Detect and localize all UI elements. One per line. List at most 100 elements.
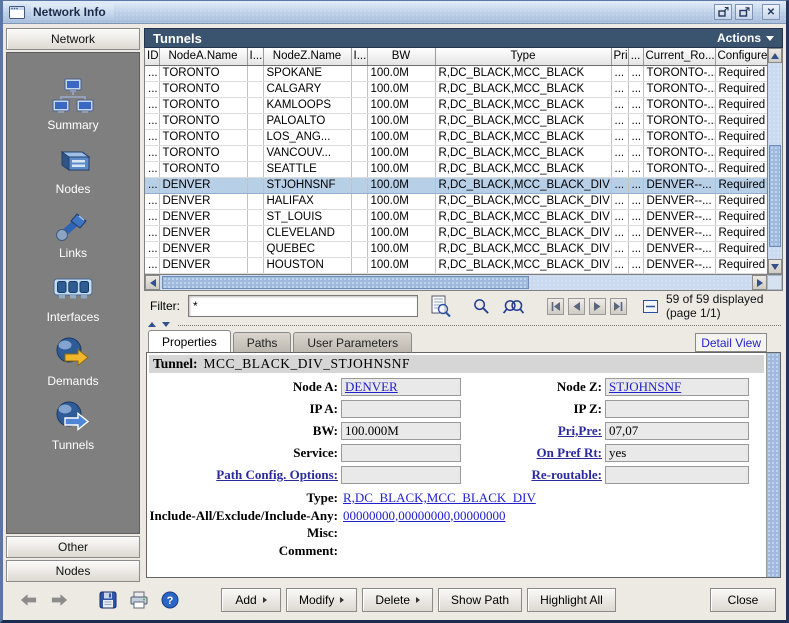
- scroll-thumb[interactable]: [769, 145, 781, 247]
- table-cell[interactable]: ...: [628, 241, 643, 257]
- table-cell[interactable]: DENVER: [159, 193, 247, 209]
- table-cell[interactable]: [247, 113, 263, 129]
- table-cell[interactable]: SEATTLE: [263, 161, 351, 177]
- table-cell[interactable]: [247, 161, 263, 177]
- table-cell[interactable]: DENVER: [159, 209, 247, 225]
- table-cell[interactable]: DENVER: [159, 241, 247, 257]
- splitter-down-icon[interactable]: [162, 322, 170, 327]
- table-cell[interactable]: DENVER--...: [643, 257, 715, 273]
- table-cell[interactable]: [351, 129, 367, 145]
- table-cell[interactable]: [351, 65, 367, 81]
- table-cell[interactable]: ...: [628, 209, 643, 225]
- include-all-exclude-include-any-value[interactable]: 00000000,00000000,00000000: [341, 507, 506, 525]
- table-row[interactable]: ...DENVERSTJOHNSNF100.0MR,DC_BLACK,MCC_B…: [145, 177, 767, 193]
- column-header-bw[interactable]: BW: [367, 48, 435, 65]
- table-cell[interactable]: LOS_ANG...: [263, 129, 351, 145]
- table-row[interactable]: ... DENVER ST_LOUIS 100.0MR,DC_BLACK,MCC_BL…: [145, 209, 767, 225]
- node-z-field[interactable]: STJOHNSNF: [605, 378, 749, 396]
- splitter-up-icon[interactable]: [148, 322, 156, 327]
- column-header-pri[interactable]: Pri: [611, 48, 628, 65]
- table-cell[interactable]: DENVER--...: [643, 209, 715, 225]
- table-cell[interactable]: Required (...: [715, 145, 767, 161]
- table-cell[interactable]: [247, 81, 263, 97]
- node-a-value[interactable]: DENVER: [345, 379, 398, 395]
- table-cell[interactable]: [247, 225, 263, 241]
- table-cell[interactable]: ...: [611, 161, 628, 177]
- actions-menu[interactable]: Actions: [717, 31, 774, 45]
- re-routable-label[interactable]: Re-routable:: [465, 467, 605, 483]
- table-cell[interactable]: ST_LOUIS: [263, 209, 351, 225]
- table-cell[interactable]: [351, 113, 367, 129]
- table-cell[interactable]: Required (...: [715, 209, 767, 225]
- table-cell[interactable]: TORONTO-...: [643, 129, 715, 145]
- table-cell[interactable]: ...: [611, 241, 628, 257]
- table-cell[interactable]: 100.0M: [367, 209, 435, 225]
- close-icon[interactable]: ✕: [762, 4, 780, 20]
- column-header-i[interactable]: I...: [351, 48, 367, 65]
- table-cell[interactable]: DENVER--...: [643, 241, 715, 257]
- table-row[interactable]: ...TORONTOPALOALTO100.0MR,DC_BLACK,MCC_B…: [145, 113, 767, 129]
- table-cell[interactable]: HALIFAX: [263, 193, 351, 209]
- table-row[interactable]: ...DENVERCLEVELAND100.0MR,DC_BLACK,MCC_B…: [145, 225, 767, 241]
- table-cell[interactable]: ...: [145, 97, 159, 113]
- table-cell[interactable]: SPOKANE: [263, 65, 351, 81]
- path-config-options-field[interactable]: [341, 466, 461, 484]
- table-cell[interactable]: R,DC_BLACK,MCC_BLACK: [435, 113, 611, 129]
- table-cell[interactable]: TORONTO-...: [643, 161, 715, 177]
- tab-paths[interactable]: Paths: [233, 332, 292, 352]
- table-cell[interactable]: ...: [628, 113, 643, 129]
- page-list-icon[interactable]: [643, 300, 658, 313]
- back-icon[interactable]: [19, 593, 38, 607]
- pri-pre-field[interactable]: 07,07: [605, 422, 749, 440]
- scroll-up-icon[interactable]: [768, 48, 782, 63]
- table-cell[interactable]: TORONTO-...: [643, 81, 715, 97]
- maximize-icon[interactable]: [735, 4, 753, 20]
- table-cell[interactable]: DENVER: [159, 177, 247, 193]
- table-cell[interactable]: R,DC_BLACK,MCC_BLACK_DIV: [435, 209, 611, 225]
- table-cell[interactable]: TORONTO-...: [643, 145, 715, 161]
- table-cell[interactable]: TORONTO: [159, 65, 247, 81]
- table-cell[interactable]: TORONTO-...: [643, 97, 715, 113]
- sidebar-item-tunnels[interactable]: Tunnels: [7, 395, 139, 454]
- table-cell[interactable]: 100.0M: [367, 113, 435, 129]
- table-cell[interactable]: ...: [145, 145, 159, 161]
- table-cell[interactable]: Required (...: [715, 81, 767, 97]
- table-cell[interactable]: VANCOUV...: [263, 145, 351, 161]
- table-cell[interactable]: DENVER--...: [643, 225, 715, 241]
- table-row[interactable]: ...DENVERHALIFAX100.0MR,DC_BLACK,MCC_BLA…: [145, 193, 767, 209]
- path-config-options-label[interactable]: Path Config. Options:: [149, 467, 341, 483]
- table-row[interactable]: ...DENVERQUEBEC100.0MR,DC_BLACK,MCC_BLAC…: [145, 241, 767, 257]
- sidebar-item-demands[interactable]: Demands: [7, 331, 139, 390]
- table-cell[interactable]: Required (...: [715, 129, 767, 145]
- delete-button[interactable]: Delete: [362, 588, 433, 612]
- table-cell[interactable]: ...: [611, 97, 628, 113]
- table-cell[interactable]: [247, 209, 263, 225]
- table-cell[interactable]: CALGARY: [263, 81, 351, 97]
- show-path-button[interactable]: Show Path: [438, 588, 522, 612]
- sidebar-item-links[interactable]: Links: [7, 203, 139, 262]
- table-cell[interactable]: [247, 145, 263, 161]
- table-cell[interactable]: [247, 177, 263, 193]
- table-cell[interactable]: QUEBEC: [263, 241, 351, 257]
- last-page-icon[interactable]: [610, 298, 627, 315]
- minimize-icon[interactable]: [714, 4, 732, 20]
- column-header-nodea-name[interactable]: NodeA.Name: [159, 48, 247, 65]
- scroll-right-icon[interactable]: [752, 275, 767, 290]
- table-cell[interactable]: ...: [145, 193, 159, 209]
- table-cell[interactable]: [351, 177, 367, 193]
- table-cell[interactable]: R,DC_BLACK,MCC_BLACK: [435, 97, 611, 113]
- table-cell[interactable]: ...: [628, 145, 643, 161]
- nodes-button[interactable]: Nodes: [6, 560, 140, 582]
- table-cell[interactable]: R,DC_BLACK,MCC_BLACK_DIV: [435, 225, 611, 241]
- scroll-down-icon[interactable]: [768, 259, 782, 274]
- table-row[interactable]: ...TORONTOSPOKANE100.0MR,DC_BLACK,MCC_BL…: [145, 65, 767, 81]
- table-cell[interactable]: R,DC_BLACK,MCC_BLACK_DIV: [435, 193, 611, 209]
- table-cell[interactable]: R,DC_BLACK,MCC_BLACK: [435, 129, 611, 145]
- scroll-left-icon[interactable]: [145, 275, 160, 290]
- table-cell[interactable]: Required (...: [715, 193, 767, 209]
- table-cell[interactable]: 100.0M: [367, 145, 435, 161]
- column-header-configured[interactable]: Configured: [715, 48, 767, 65]
- column-header-type[interactable]: Type: [435, 48, 611, 65]
- table-cell[interactable]: ...: [145, 257, 159, 273]
- table-cell[interactable]: TORONTO: [159, 97, 247, 113]
